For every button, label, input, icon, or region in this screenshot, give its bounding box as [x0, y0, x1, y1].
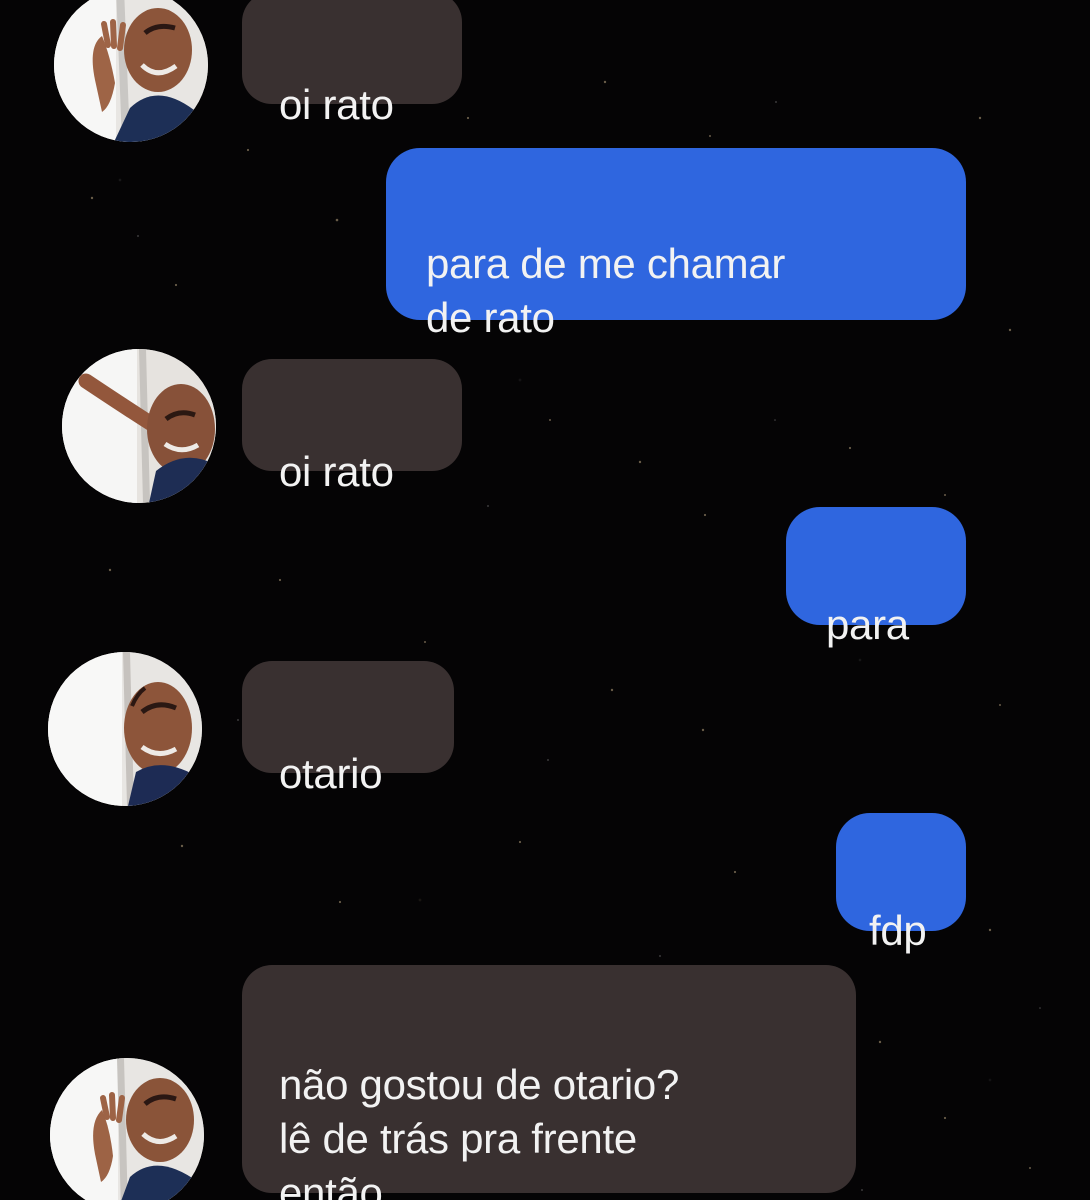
- incoming-message-bubble-1[interactable]: oi rato: [242, 0, 462, 128]
- outgoing-message-bubble-1[interactable]: para de me chamar de rato: [386, 148, 966, 341]
- message-row-incoming-1: oi rato: [0, 0, 1090, 142]
- smiling-man-avatar-4[interactable]: [50, 1058, 204, 1200]
- smiling-man-avatar-3[interactable]: [48, 652, 202, 806]
- man-smiling-wave-icon: [50, 1058, 204, 1200]
- man-leaning-icon: [62, 349, 216, 503]
- message-row-incoming-4: não gostou de otario? lê de trás pra fre…: [0, 960, 1090, 1200]
- message-text-5: otario: [279, 750, 383, 797]
- outgoing-message-bubble-2[interactable]: para: [786, 507, 966, 648]
- man-waving-icon: [54, 0, 208, 142]
- message-row-outgoing-2: para: [0, 505, 1090, 648]
- message-row-incoming-3: otario: [0, 650, 1090, 820]
- message-text-3: oi rato: [279, 448, 394, 495]
- incoming-message-bubble-4[interactable]: não gostou de otario? lê de trás pra fre…: [242, 965, 856, 1200]
- incoming-message-bubble-3[interactable]: otario: [242, 661, 454, 797]
- man-peeking-icon: [48, 652, 202, 806]
- message-text-4: para: [826, 601, 909, 648]
- smiling-man-avatar-1[interactable]: [54, 0, 208, 142]
- message-text-2: para de me chamar de rato: [426, 240, 786, 341]
- message-text-7: não gostou de otario? lê de trás pra fre…: [279, 1061, 680, 1200]
- message-text-6: fdp: [869, 907, 927, 954]
- message-row-outgoing-1: para de me chamar de rato: [0, 140, 1090, 341]
- smiling-man-avatar-2[interactable]: [62, 349, 216, 503]
- message-row-outgoing-3: fdp: [0, 810, 1090, 954]
- message-text-1: oi rato: [279, 81, 394, 128]
- chat-screen: oi rato para de me chamar de rato oi rat…: [0, 0, 1090, 1200]
- message-row-incoming-2: oi rato: [0, 345, 1090, 515]
- outgoing-message-bubble-3[interactable]: fdp: [836, 813, 966, 954]
- incoming-message-bubble-2[interactable]: oi rato: [242, 359, 462, 495]
